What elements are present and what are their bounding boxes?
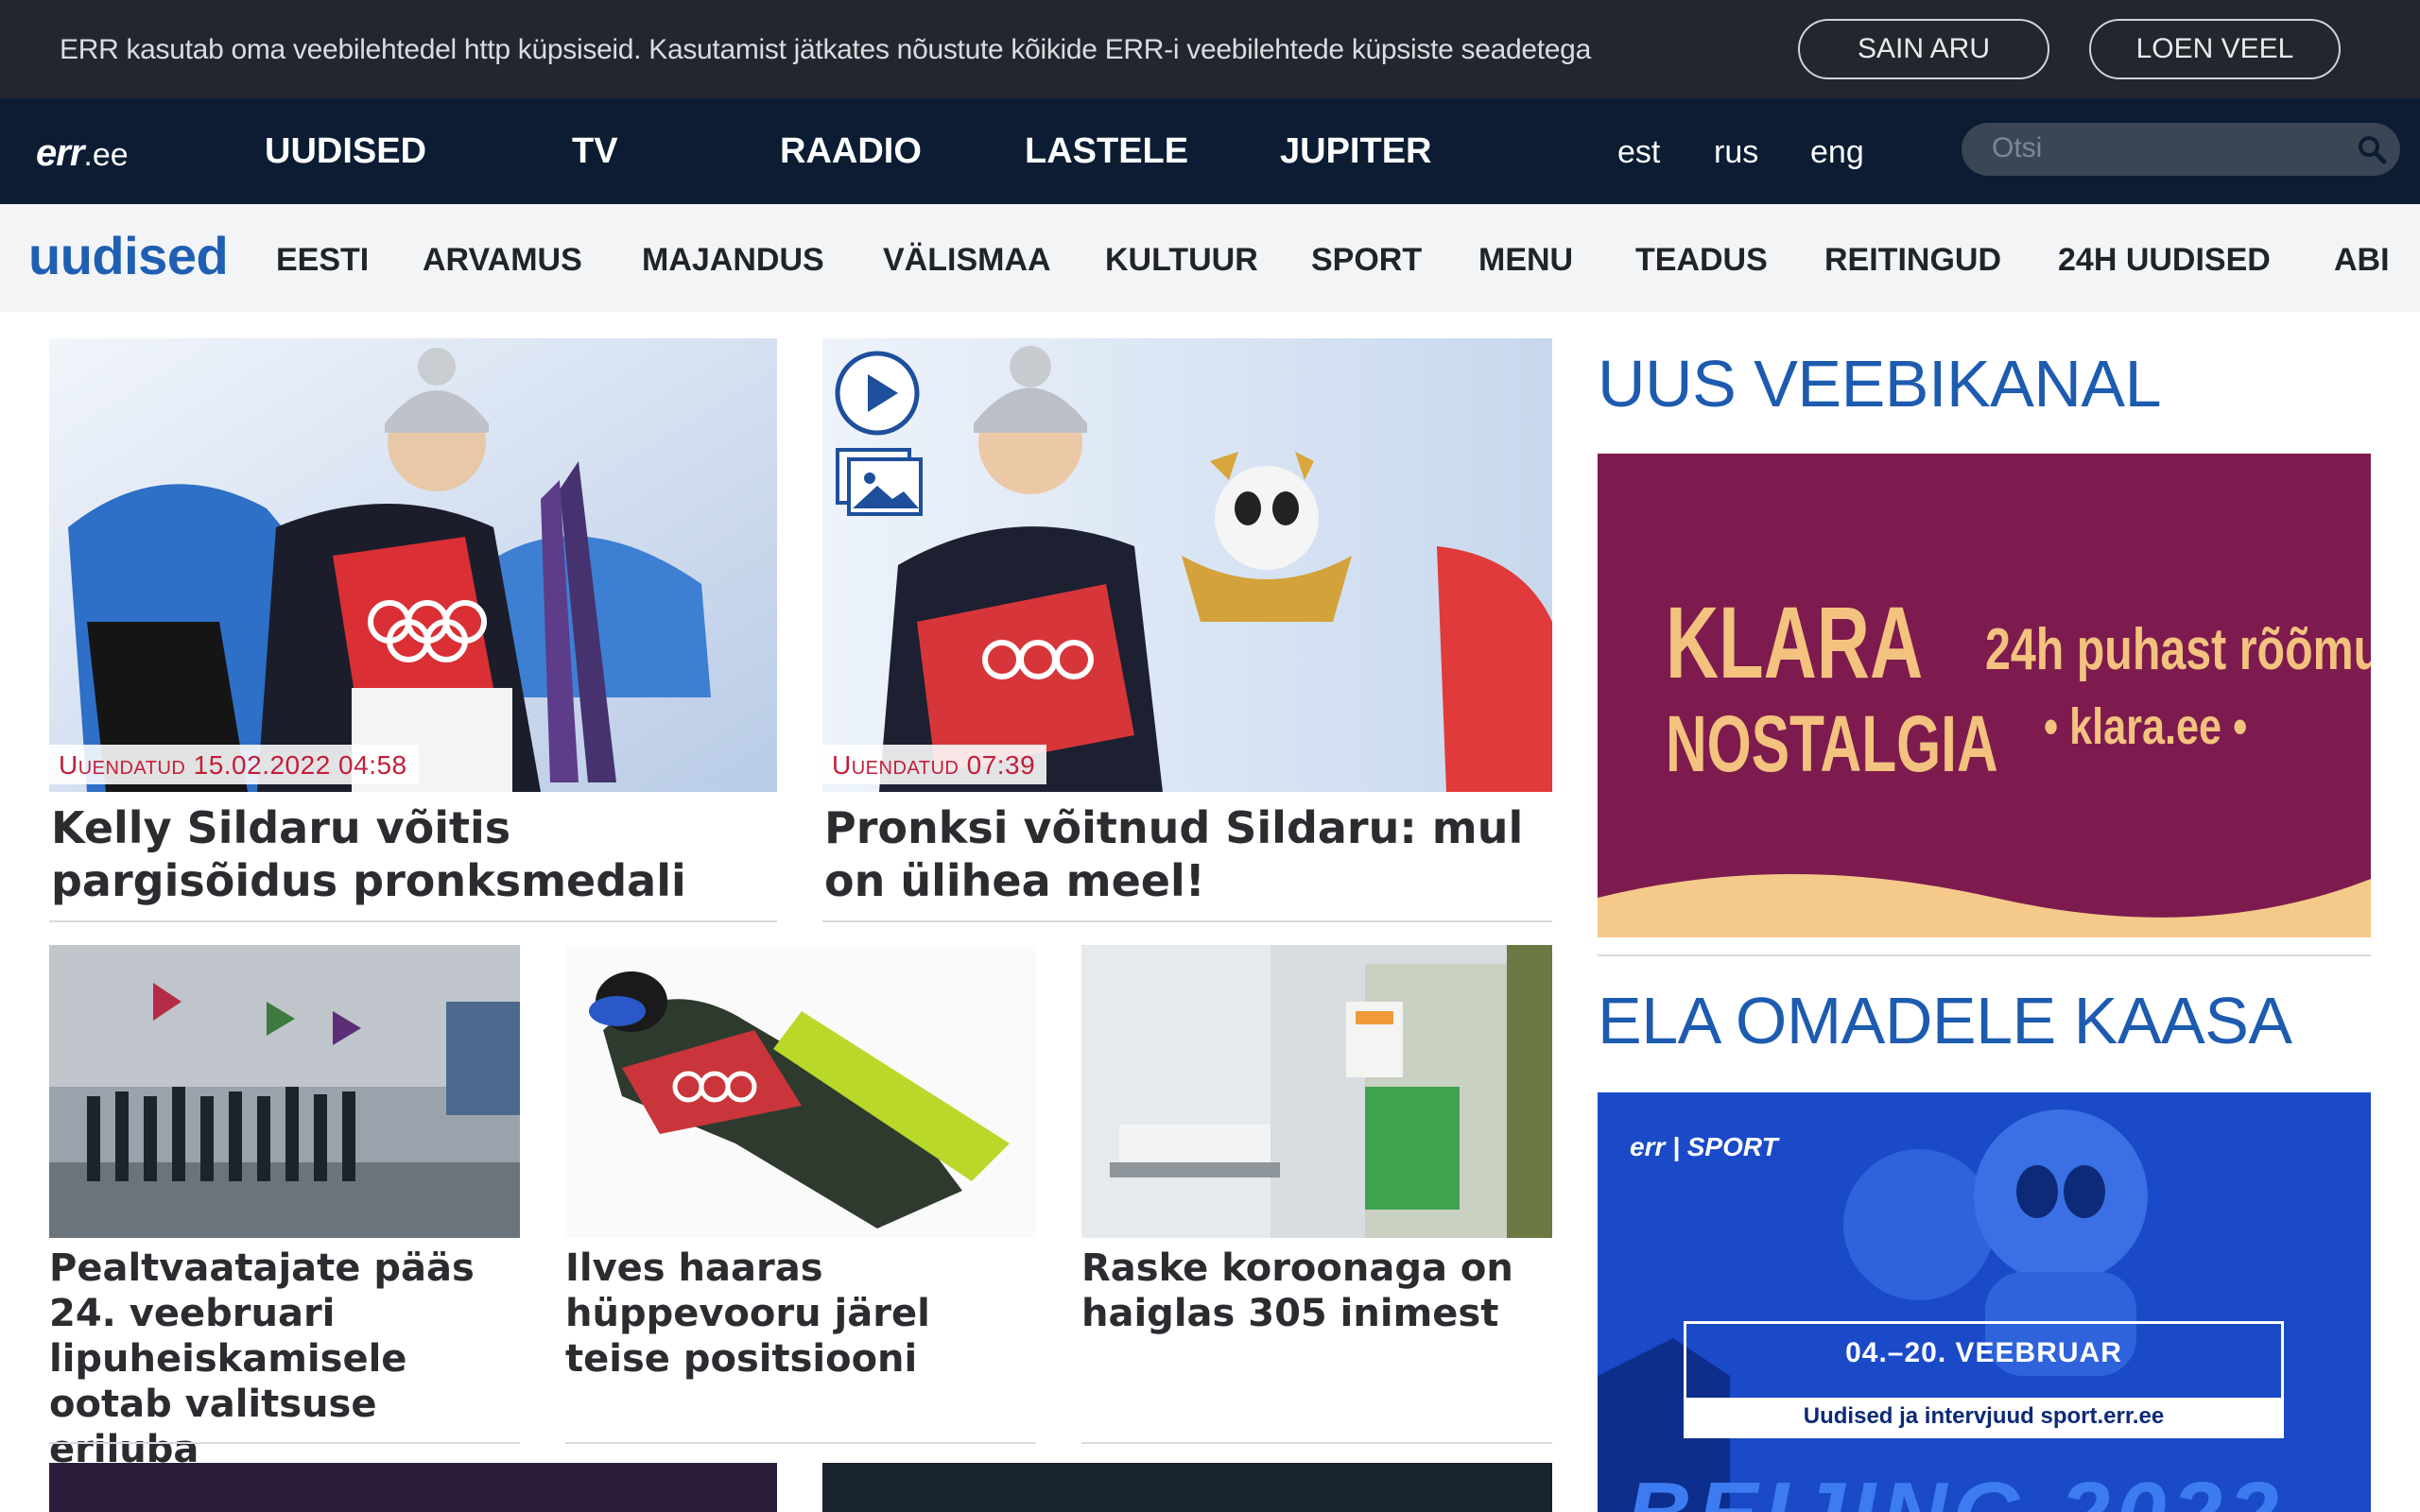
section-brand[interactable]: uudised <box>28 225 229 286</box>
lang-rus[interactable]: rus <box>1714 134 1758 171</box>
sport-bottom-text: BEIJING 2022 <box>1626 1463 2284 1512</box>
top-navigation: err.ee UUDISED TV RAADIO LASTELE JUPITER… <box>0 98 2420 204</box>
section-item-sport[interactable]: SPORT <box>1311 242 1422 279</box>
section-item-abi[interactable]: ABI <box>2334 242 2390 279</box>
nav-item-tv[interactable]: TV <box>572 131 618 172</box>
nav-item-uudised[interactable]: UUDISED <box>265 131 426 172</box>
klara-banner[interactable]: KLARA NOSTALGIA 24h puhast rõõmu! • klar… <box>1598 454 2371 937</box>
article-title[interactable]: Pronksi võitnud Sildaru: mul on ülihea m… <box>824 801 1543 907</box>
sport-dates: 04.–20. VEEBRUAR <box>1845 1337 2122 1368</box>
nav-item-raadio[interactable]: RAADIO <box>780 131 922 172</box>
search-placeholder: Otsi <box>1992 132 2043 163</box>
nav-item-jupiter[interactable]: JUPITER <box>1280 131 1431 172</box>
klara-tagline: 24h puhast rõõmu! <box>1985 617 2371 682</box>
section-item-menu[interactable]: MENU <box>1478 242 1573 279</box>
err-logo[interactable]: err.ee <box>36 132 129 175</box>
article-divider <box>822 920 1552 922</box>
section-item-eesti[interactable]: EESTI <box>276 242 369 279</box>
play-icon[interactable] <box>834 350 921 437</box>
sport-subtitle: Uudised ja intervjuud sport.err.ee <box>1686 1398 2281 1435</box>
section-item-reitingud[interactable]: REITINGUD <box>1824 242 2001 279</box>
cookie-bar: ERR kasutab oma veebilehtedel http küpsi… <box>0 0 2420 98</box>
article-title[interactable]: Ilves haaras hüppevooru järel teise posi… <box>565 1246 1036 1382</box>
sport-brand: err | SPORT <box>1630 1132 1778 1161</box>
article-image[interactable] <box>565 945 1036 1238</box>
updated-badge: Uuendatud 07:39 <box>822 745 1047 784</box>
section-item-valismaa[interactable]: VÄLISMAA <box>883 242 1051 279</box>
article-divider <box>49 1442 520 1444</box>
section-item-24h-uudised[interactable]: 24H UUDISED <box>2058 242 2271 279</box>
article-card[interactable]: Uuendatud 15.02.2022 04:58 Kelly Sildaru… <box>49 338 777 924</box>
section-item-kultuur[interactable]: KULTUUR <box>1105 242 1258 279</box>
article-image[interactable] <box>49 338 777 792</box>
sidebar-divider <box>1598 954 2371 956</box>
article-divider <box>49 920 777 922</box>
klara-subtitle: NOSTALGIA <box>1666 699 1998 788</box>
sidebar-heading: UUS VEEBIKANAL <box>1598 347 2162 421</box>
nav-item-lastele[interactable]: LASTELE <box>1025 131 1188 172</box>
article-title[interactable]: Raske koroonaga on haiglas 305 inimest <box>1081 1246 1552 1336</box>
section-item-majandus[interactable]: MAJANDUS <box>642 242 824 279</box>
cookie-accept-button[interactable]: SAIN ARU <box>1798 19 2049 79</box>
sport-info-box: 04.–20. VEEBRUAR Uudised ja intervjuud s… <box>1684 1321 2284 1438</box>
cookie-message: ERR kasutab oma veebilehtedel http küpsi… <box>60 34 1591 65</box>
sport-banner[interactable]: err | SPORT 04.–20. VEEBRUAR Uudised ja … <box>1598 1092 2371 1512</box>
article-image[interactable] <box>49 1463 777 1512</box>
updated-badge: Uuendatud 15.02.2022 04:58 <box>49 745 419 784</box>
article-card[interactable]: Pealtvaatajate pääs 24. veebruari lipuhe… <box>49 945 520 1471</box>
search-input[interactable]: Otsi <box>1962 123 2400 176</box>
article-image[interactable] <box>1081 945 1552 1238</box>
article-title[interactable]: Kelly Sildaru võitis pargisõidus pronksm… <box>51 801 769 907</box>
klara-title: KLARA <box>1666 585 1924 699</box>
lang-eng[interactable]: eng <box>1810 134 1864 171</box>
section-item-arvamus[interactable]: ARVAMUS <box>423 242 582 279</box>
article-divider <box>1081 1442 1552 1444</box>
article-title[interactable]: Pealtvaatajate pääs 24. veebruari lipuhe… <box>49 1246 520 1472</box>
article-image[interactable] <box>49 945 520 1238</box>
gallery-icon[interactable] <box>836 448 923 516</box>
article-image[interactable] <box>822 338 1552 792</box>
klara-url: • klara.ee • <box>2044 698 2248 755</box>
article-image[interactable] <box>822 1463 1552 1512</box>
article-card[interactable]: Ilves haaras hüppevooru järel teise posi… <box>565 945 1036 1446</box>
logo-text: err <box>36 132 84 174</box>
logo-suffix: .ee <box>83 137 129 173</box>
article-divider <box>565 1442 1036 1444</box>
sidebar-heading: ELA OMADELE KAASA <box>1598 984 2292 1057</box>
section-navigation: uudised EESTI ARVAMUS MAJANDUS VÄLISMAA … <box>0 204 2420 312</box>
article-card[interactable]: Uuendatud 07:39 Pronksi võitnud Sildaru:… <box>822 338 1552 924</box>
article-card[interactable]: Raske koroonaga on haiglas 305 inimest <box>1081 945 1552 1446</box>
section-item-teadus[interactable]: TEADUS <box>1635 242 1768 279</box>
search-icon[interactable] <box>2357 134 2387 164</box>
lang-est[interactable]: est <box>1617 134 1660 171</box>
cookie-more-button[interactable]: LOEN VEEL <box>2089 19 2341 79</box>
